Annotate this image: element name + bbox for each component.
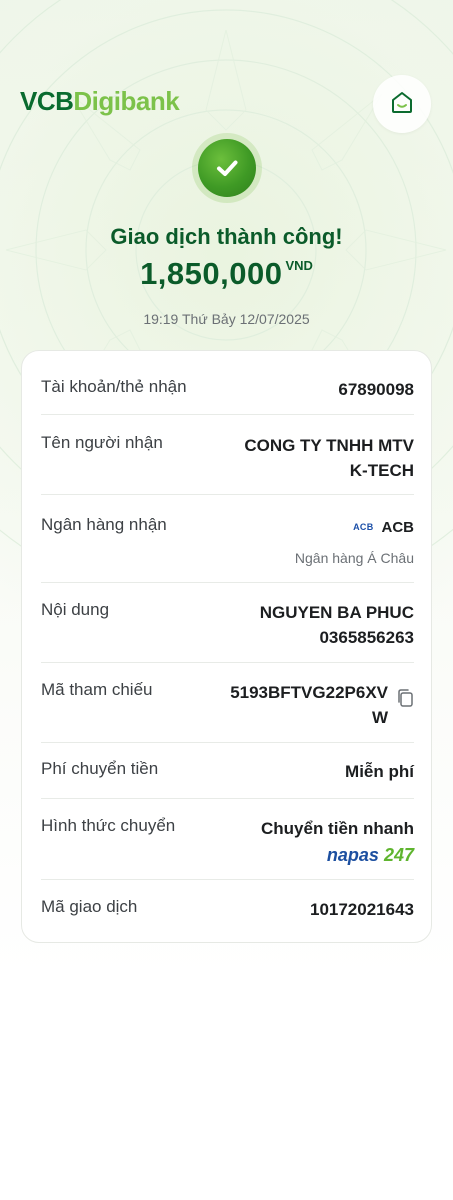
vcb-digibank-logo: VCBDigibank [20, 86, 180, 117]
copy-icon[interactable] [396, 688, 414, 713]
home-button[interactable] [373, 75, 431, 133]
recipient-label: Tên người nhận [41, 433, 163, 452]
fee-value: Miễn phí [345, 762, 414, 781]
reference-value: 5193BFTVG22P6XV W [230, 680, 388, 730]
reference-label: Mã tham chiếu [41, 680, 153, 699]
logo-vcb-text: VCB [20, 86, 74, 116]
bank-value: ACB ACB Ngân hàng Á Châu [295, 515, 414, 571]
currency-label: VND [285, 258, 313, 273]
content-line1: NGUYEN BA PHUC [259, 603, 414, 622]
divider [41, 662, 414, 663]
fee-label: Phí chuyển tiền [41, 759, 159, 778]
divider [41, 742, 414, 743]
reference-line2: W [371, 708, 388, 727]
transaction-datetime: 19:19 Thứ Bảy 12/07/2025 [143, 311, 310, 327]
napas-text: napas [326, 845, 379, 865]
recipient-line2: K-TECH [349, 461, 414, 480]
bank-code: ACB [381, 519, 415, 536]
divider [41, 879, 414, 880]
divider [41, 414, 414, 415]
check-icon [198, 139, 256, 197]
napas-number: 247 [383, 845, 414, 865]
reference-line1: 5193BFTVG22P6XV [230, 683, 388, 702]
divider [41, 582, 414, 583]
home-icon [388, 88, 416, 121]
recipient-line1: CONG TY TNHH MTV [244, 436, 414, 455]
transaction-details-card: Tài khoản/thẻ nhận 67890098 Tên người nh… [21, 350, 432, 943]
napas-247-logo: napas 247 [261, 843, 414, 868]
divider [41, 494, 414, 495]
amount-value: 1,850,000 [140, 256, 283, 291]
account-label: Tài khoản/thẻ nhận [41, 377, 187, 396]
success-title: Giao dịch thành công! [110, 224, 343, 249]
method-label: Hình thức chuyển [41, 816, 176, 835]
bank-label: Ngân hàng nhận [41, 515, 167, 534]
logo-digibank-text: Digibank [73, 86, 180, 116]
bank-full-name: Ngân hàng Á Châu [294, 550, 414, 566]
account-value: 67890098 [338, 380, 414, 399]
amount-display: 1,850,000 VND [0, 256, 453, 292]
content-line2: 0365856263 [319, 628, 414, 647]
recipient-value: CONG TY TNHH MTV K-TECH [244, 433, 414, 483]
transaction-id-label: Mã giao dịch [41, 897, 138, 916]
bank-line: ACB ACB [295, 515, 414, 540]
method-value: Chuyển tiền nhanh napas 247 [261, 816, 414, 868]
method-text: Chuyển tiền nhanh [261, 819, 414, 838]
content-label: Nội dung [41, 600, 110, 619]
acb-logo-icon: ACB [353, 522, 374, 532]
divider [41, 798, 414, 799]
content-value: NGUYEN BA PHUC 0365856263 [260, 600, 414, 650]
success-badge [192, 133, 262, 203]
transaction-id-value: 10172021643 [309, 900, 414, 919]
